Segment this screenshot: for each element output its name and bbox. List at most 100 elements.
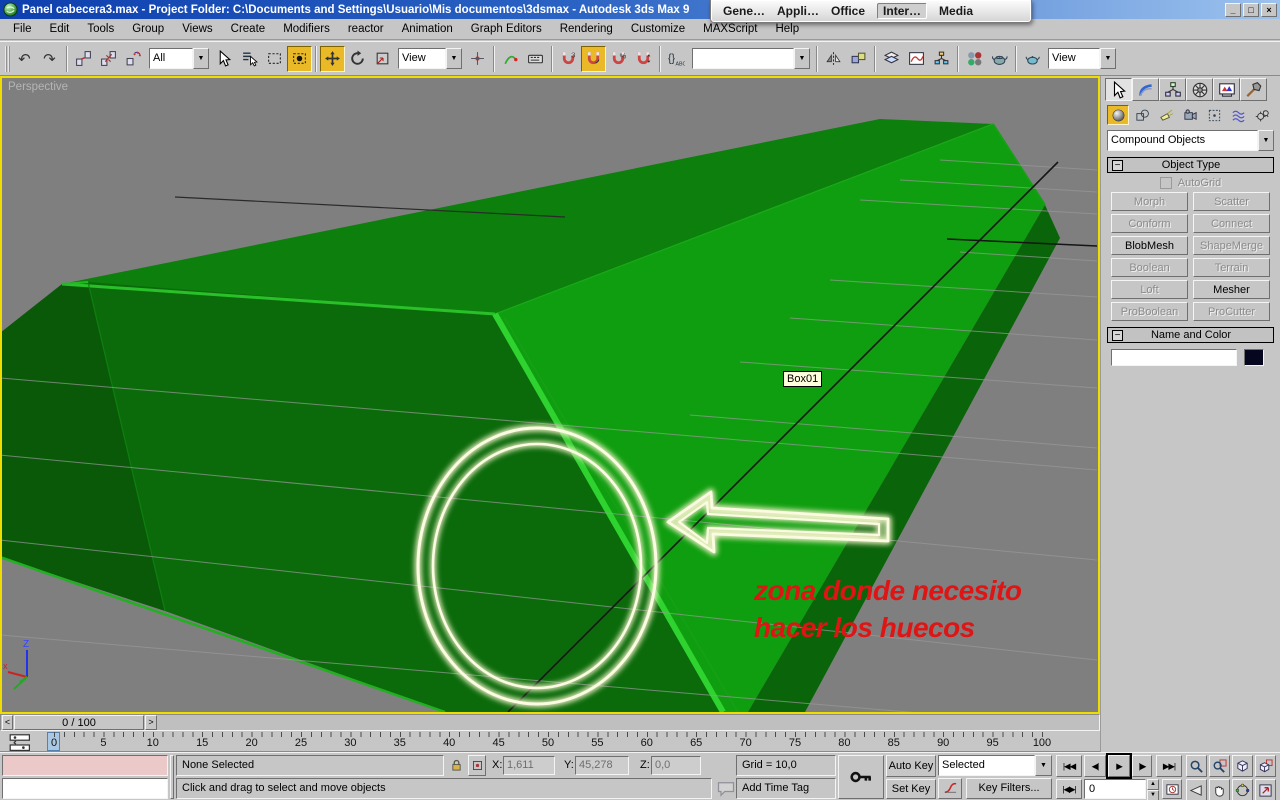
chevron-down-icon[interactable]: ▼ xyxy=(794,48,810,69)
floating-toolbar-item-5[interactable]: Media xyxy=(939,4,973,18)
time-slider-handle[interactable]: 0 / 100 xyxy=(14,715,144,730)
go-to-start-button[interactable]: |◀◀ xyxy=(1056,755,1082,777)
name-color-rollout-header[interactable]: − Name and Color xyxy=(1107,327,1274,343)
object-color-swatch[interactable] xyxy=(1244,349,1264,366)
floating-toolbar-item-2[interactable]: Appli… xyxy=(777,4,819,18)
redo-button[interactable]: ↷ xyxy=(38,46,63,72)
move-button[interactable] xyxy=(320,45,345,72)
floating-toolbar-item-1[interactable]: Gene… xyxy=(723,4,765,18)
select-by-name-button[interactable] xyxy=(237,46,262,72)
align-button[interactable] xyxy=(846,46,871,72)
previous-frame-button[interactable]: ◀| xyxy=(1084,755,1106,777)
object-type-rollout-header[interactable]: − Object Type xyxy=(1107,157,1274,173)
time-configuration-icon[interactable] xyxy=(1162,779,1182,799)
scale-button[interactable] xyxy=(370,46,395,72)
pan-button[interactable] xyxy=(1209,779,1230,800)
current-frame-field[interactable]: 0 xyxy=(1084,779,1146,799)
play-animation-button[interactable]: ▶ xyxy=(1106,753,1132,779)
bind-spacewarp-button[interactable] xyxy=(121,46,146,72)
title-bar[interactable]: Panel cabecera3.max - Project Folder: C:… xyxy=(0,0,1280,19)
window-crossing-button[interactable] xyxy=(287,45,312,72)
blobmesh-button[interactable]: BlobMesh xyxy=(1111,236,1188,255)
auto-key-button[interactable]: Auto Key xyxy=(886,755,936,777)
zoom-extents-all-button[interactable] xyxy=(1255,755,1276,777)
zoom-all-button[interactable] xyxy=(1209,755,1230,777)
category-dropdown[interactable]: Compound Objects ▼ xyxy=(1107,130,1274,151)
x-coord-field[interactable]: 1,611 xyxy=(503,756,555,775)
menu-animation[interactable]: Animation xyxy=(393,21,462,37)
key-filter-dropdown[interactable]: Selected ▼ xyxy=(938,755,1052,776)
absolute-mode-icon[interactable] xyxy=(468,755,486,776)
tab-utilities[interactable] xyxy=(1240,78,1267,101)
reference-coordinate-dropdown[interactable]: View ▼ xyxy=(398,48,462,69)
category-systems[interactable] xyxy=(1251,105,1273,125)
maxscript-listener-white[interactable] xyxy=(2,778,168,799)
menu-views[interactable]: Views xyxy=(173,21,221,37)
arc-rotate-button[interactable] xyxy=(1232,779,1253,800)
collapse-icon[interactable]: − xyxy=(1112,159,1123,171)
manipulate-button[interactable] xyxy=(498,46,523,72)
object-name-input[interactable] xyxy=(1111,349,1237,366)
next-frame-button[interactable]: |▶ xyxy=(1132,755,1152,777)
menu-file[interactable]: File xyxy=(4,21,41,37)
category-helpers[interactable] xyxy=(1203,105,1225,125)
viewport-label[interactable]: Perspective xyxy=(8,81,68,93)
category-geometry[interactable] xyxy=(1107,105,1129,125)
use-center-button[interactable] xyxy=(465,46,490,72)
floating-toolbar[interactable]: Gene… Appli… Office Inter… Media xyxy=(710,0,1032,23)
rect-region-button[interactable] xyxy=(262,46,287,72)
menu-reactor[interactable]: reactor xyxy=(339,21,393,37)
render-type-dropdown[interactable]: View ▼ xyxy=(1048,48,1116,69)
close-button[interactable]: × xyxy=(1261,2,1277,17)
menu-help[interactable]: Help xyxy=(766,21,808,37)
autogrid-checkbox[interactable] xyxy=(1159,177,1172,189)
menu-group[interactable]: Group xyxy=(123,21,173,37)
tab-motion[interactable] xyxy=(1186,78,1213,101)
perspective-viewport[interactable]: Z x Perspective Box01 zona donde necesit… xyxy=(0,76,1100,714)
menu-customize[interactable]: Customize xyxy=(622,21,694,37)
mini-curve-editor-icon[interactable] xyxy=(9,733,33,751)
communicator-icon[interactable] xyxy=(716,778,736,799)
fov-button[interactable] xyxy=(1186,779,1207,800)
layers-button[interactable] xyxy=(879,46,904,72)
tab-hierarchy[interactable] xyxy=(1159,78,1186,101)
menu-tools[interactable]: Tools xyxy=(78,21,123,37)
kbd-override-button[interactable] xyxy=(523,46,548,72)
key-filters-button[interactable]: Key Filters... xyxy=(966,778,1052,799)
unlink-button[interactable] xyxy=(96,46,121,72)
menu-maxscript[interactable]: MAXScript xyxy=(694,21,766,37)
category-shapes[interactable] xyxy=(1131,105,1153,125)
snap-spinner-button[interactable] xyxy=(631,46,656,72)
chevron-down-icon[interactable]: ▼ xyxy=(1100,48,1116,69)
track-bar[interactable]: 0 5 10 15 20 25 30 35 40 45 50 55 60 65 70 75 80 85 90 95 10… xyxy=(0,731,1100,752)
tab-modify[interactable] xyxy=(1132,78,1159,101)
time-slider-prev-arrow[interactable]: < xyxy=(2,715,13,730)
restore-button[interactable]: □ xyxy=(1243,2,1259,17)
selection-lock-icon[interactable] xyxy=(448,755,464,776)
chevron-down-icon[interactable]: ▼ xyxy=(1258,130,1274,151)
render-setup-button[interactable] xyxy=(987,46,1012,72)
zoom-extents-button[interactable] xyxy=(1232,755,1253,777)
set-keys-button[interactable] xyxy=(838,755,884,799)
set-key-button[interactable]: Set Key xyxy=(886,779,936,799)
floating-toolbar-item-3[interactable]: Office xyxy=(831,4,865,18)
tab-create[interactable] xyxy=(1105,78,1132,101)
z-coord-field[interactable]: 0,0 xyxy=(651,756,701,775)
key-mode-toggle[interactable]: |◀▶| xyxy=(1056,779,1082,799)
select-button[interactable] xyxy=(212,46,237,72)
category-cameras[interactable] xyxy=(1179,105,1201,125)
add-time-tag[interactable]: Add Time Tag xyxy=(736,778,836,799)
render-type-teapot-button[interactable] xyxy=(1020,46,1045,72)
link-button[interactable] xyxy=(71,46,96,72)
material-editor-button[interactable] xyxy=(962,46,987,72)
category-lights[interactable] xyxy=(1155,105,1177,125)
menu-create[interactable]: Create xyxy=(222,21,275,37)
named-selection-dropdown[interactable]: ▼ xyxy=(692,48,810,69)
default-tangent-icon[interactable] xyxy=(938,778,962,799)
zoom-button[interactable] xyxy=(1186,755,1207,777)
collapse-icon[interactable]: − xyxy=(1112,329,1123,341)
maxscript-listener-pink[interactable] xyxy=(2,755,168,776)
snap-percent-button[interactable]: % xyxy=(606,46,631,72)
tab-display[interactable] xyxy=(1213,78,1240,101)
category-space-warps[interactable] xyxy=(1227,105,1249,125)
